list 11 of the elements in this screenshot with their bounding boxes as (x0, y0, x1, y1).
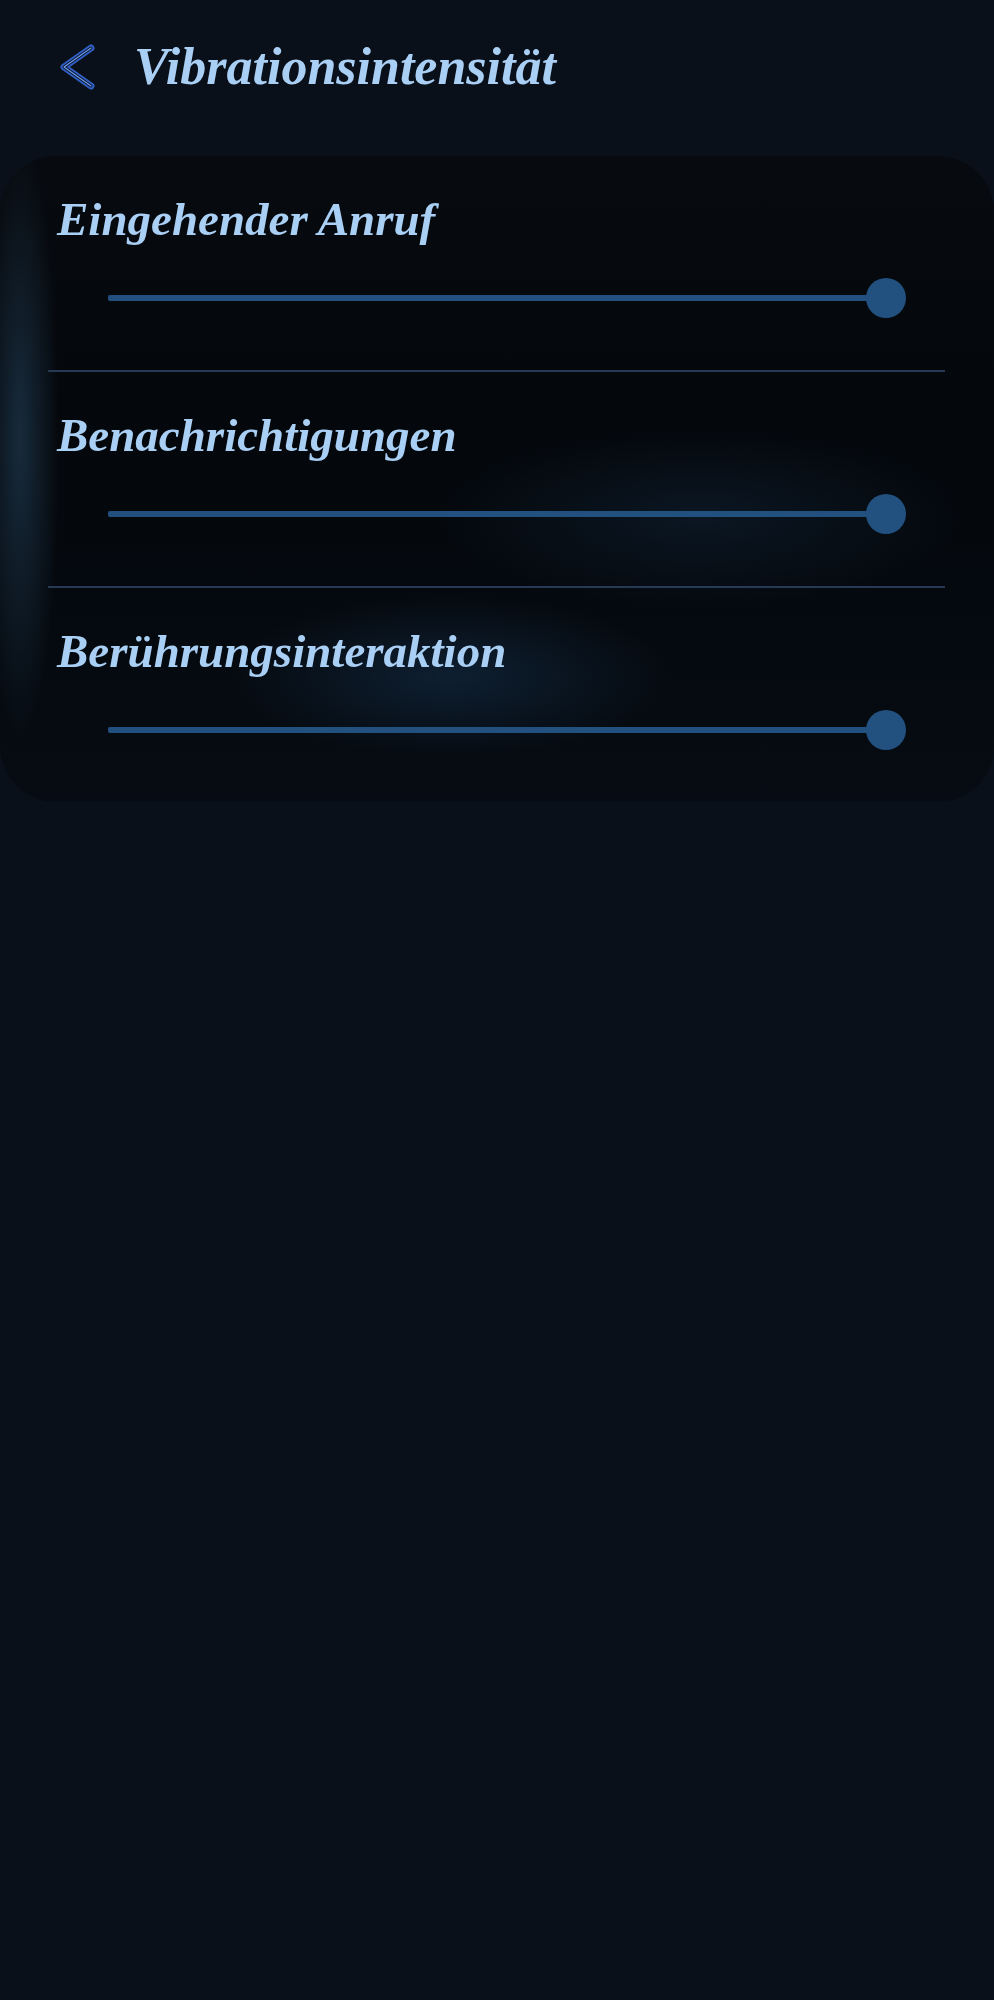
slider-track[interactable] (108, 710, 906, 750)
setting-label: Benachrichtigungen (57, 408, 458, 462)
slider-thumb[interactable] (866, 278, 906, 318)
slider-track[interactable] (108, 278, 906, 318)
setting-label: Berührungsinteraktion (57, 624, 508, 678)
setting-label: Eingehender Anruf (57, 192, 994, 246)
page-title: Vibrationsintensität (134, 38, 556, 96)
slider-thumb[interactable] (866, 494, 906, 534)
back-icon[interactable] (58, 44, 98, 90)
slider-track[interactable] (108, 494, 906, 534)
slider-thumb[interactable] (866, 710, 906, 750)
